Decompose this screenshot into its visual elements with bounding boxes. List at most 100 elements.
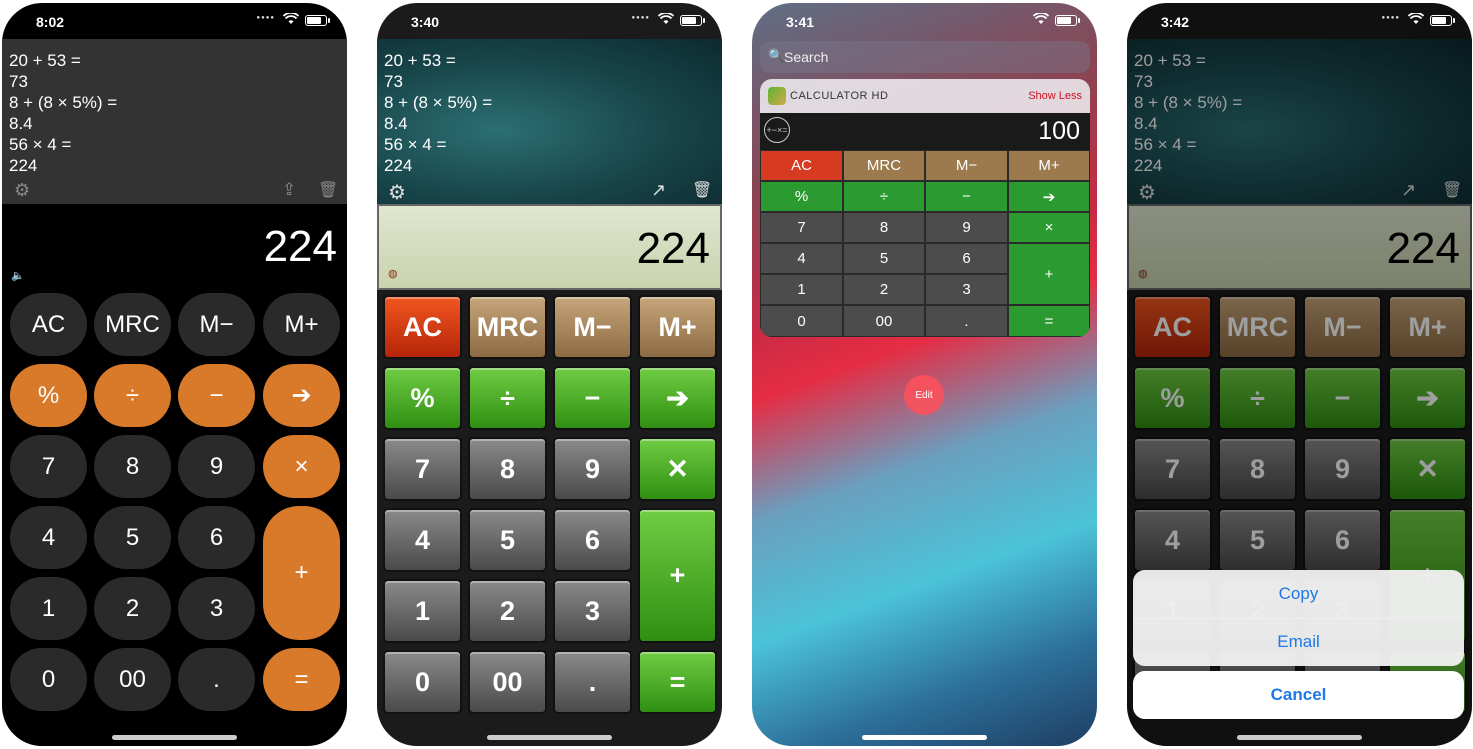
widget-display: +−×= 100 (760, 113, 1090, 150)
trash-icon[interactable]: 🗑 (318, 180, 338, 200)
widget-key-percent[interactable]: % (760, 181, 843, 212)
key-6[interactable]: 6 (178, 506, 255, 569)
key-memory-recall[interactable]: MRC (94, 293, 171, 356)
widget-title: CALCULATOR HD (790, 90, 889, 102)
key-add[interactable]: + (263, 506, 340, 640)
widget-key-multiply[interactable]: × (1008, 212, 1090, 243)
widget-key-decimal[interactable]: . (925, 305, 1008, 337)
widget-key-5[interactable]: 5 (843, 243, 925, 274)
status-bar: 3:40 ●●●● (377, 3, 722, 39)
key-7[interactable]: 7 (383, 437, 462, 501)
share-icon[interactable]: ↗ (651, 180, 666, 201)
key-3[interactable]: 3 (553, 579, 632, 643)
widget-key-subtract[interactable]: − (925, 181, 1008, 212)
widget-key-equals[interactable]: = (1008, 305, 1090, 337)
key-memory-plus[interactable]: M+ (638, 295, 717, 359)
key-7[interactable]: 7 (10, 435, 87, 498)
key-1[interactable]: 1 (383, 579, 462, 643)
status-time: 3:40 (411, 14, 440, 30)
calculator-icon[interactable]: +−×= (764, 117, 790, 143)
home-indicator[interactable] (1237, 735, 1362, 740)
home-indicator[interactable] (112, 735, 237, 740)
key-decimal[interactable]: . (553, 650, 632, 714)
key-5[interactable]: 5 (468, 508, 547, 572)
key-memory-plus[interactable]: M+ (263, 293, 340, 356)
mute-icon[interactable]: ◍ (388, 267, 398, 280)
widget-key-9[interactable]: 9 (925, 212, 1008, 243)
search-bar[interactable]: 🔍 Search (760, 41, 1090, 73)
key-8[interactable]: 8 (94, 435, 171, 498)
key-memory-recall[interactable]: MRC (468, 295, 547, 359)
key-divide[interactable]: ÷ (94, 364, 171, 427)
widget-key-backspace-arrow[interactable]: ➔ (1008, 181, 1090, 212)
key-4[interactable]: 4 (10, 506, 87, 569)
widget-key-divide[interactable]: ÷ (843, 181, 925, 212)
display-value: 224 (636, 224, 710, 273)
key-5[interactable]: 5 (94, 506, 171, 569)
key-00[interactable]: 00 (94, 648, 171, 711)
key-2[interactable]: 2 (94, 577, 171, 640)
history-line: 8.4 (9, 114, 33, 133)
key-4[interactable]: 4 (383, 508, 462, 572)
key-memory-minus[interactable]: M− (178, 293, 255, 356)
key-00[interactable]: 00 (468, 650, 547, 714)
key-memory-minus[interactable]: M− (553, 295, 632, 359)
widget-key-memory-recall[interactable]: MRC (843, 150, 925, 181)
show-less-button[interactable]: Show Less (1028, 90, 1082, 102)
widget-key-1[interactable]: 1 (760, 274, 843, 305)
widget-key-4[interactable]: 4 (760, 243, 843, 274)
widget-key-00[interactable]: 00 (843, 305, 925, 337)
widget-key-memory-plus[interactable]: M+ (1008, 150, 1090, 181)
key-equals[interactable]: = (638, 650, 717, 714)
key-subtract[interactable]: − (178, 364, 255, 427)
battery-icon (305, 15, 330, 26)
speaker-icon[interactable]: 🔈 (11, 269, 25, 282)
key-backspace-arrow[interactable]: ➔ (263, 364, 340, 427)
status-time: 8:02 (36, 14, 65, 30)
widget-key-6[interactable]: 6 (925, 243, 1008, 274)
copy-action-button[interactable]: Copy (1133, 570, 1464, 619)
key-multiply[interactable]: ✕ (638, 437, 717, 501)
history-line: 8 + (8 × 5%) = (9, 93, 118, 112)
widget-key-add[interactable]: + (1008, 243, 1090, 305)
key-1[interactable]: 1 (10, 577, 87, 640)
edit-widgets-button[interactable]: Edit (904, 375, 944, 415)
home-indicator[interactable] (487, 735, 612, 740)
trash-icon[interactable]: 🗑 (692, 180, 712, 200)
widget-key-0[interactable]: 0 (760, 305, 843, 337)
calculator-widget: CALCULATOR HD Show Less +−×= 100 AC MRC … (760, 79, 1090, 337)
key-decimal[interactable]: . (178, 648, 255, 711)
widget-key-3[interactable]: 3 (925, 274, 1008, 305)
widget-key-8[interactable]: 8 (843, 212, 925, 243)
key-3[interactable]: 3 (178, 577, 255, 640)
home-indicator[interactable] (862, 735, 987, 740)
widget-key-memory-minus[interactable]: M− (925, 150, 1008, 181)
status-bar: 3:41 (752, 3, 1097, 39)
key-percent[interactable]: % (383, 366, 462, 430)
settings-gear-icon[interactable]: ⚙ (388, 180, 406, 205)
key-divide[interactable]: ÷ (468, 366, 547, 430)
key-multiply[interactable]: × (263, 435, 340, 498)
key-equals[interactable]: = (263, 648, 340, 711)
widget-key-all-clear[interactable]: AC (760, 150, 843, 181)
key-2[interactable]: 2 (468, 579, 547, 643)
key-percent[interactable]: % (10, 364, 87, 427)
key-backspace-arrow[interactable]: ➔ (638, 366, 717, 430)
key-8[interactable]: 8 (468, 437, 547, 501)
key-0[interactable]: 0 (383, 650, 462, 714)
key-add[interactable]: + (638, 508, 717, 643)
history-line: 8 + (8 × 5%) = (384, 93, 493, 112)
key-9[interactable]: 9 (178, 435, 255, 498)
email-action-button[interactable]: Email (1133, 618, 1464, 666)
key-6[interactable]: 6 (553, 508, 632, 572)
key-9[interactable]: 9 (553, 437, 632, 501)
cancel-action-button[interactable]: Cancel (1133, 671, 1464, 719)
key-all-clear[interactable]: AC (10, 293, 87, 356)
widget-key-7[interactable]: 7 (760, 212, 843, 243)
key-subtract[interactable]: − (553, 366, 632, 430)
widget-key-2[interactable]: 2 (843, 274, 925, 305)
key-all-clear[interactable]: AC (383, 295, 462, 359)
key-0[interactable]: 0 (10, 648, 87, 711)
settings-gear-icon[interactable]: ⚙ (14, 180, 30, 201)
share-icon[interactable]: ⇪ (282, 180, 296, 200)
